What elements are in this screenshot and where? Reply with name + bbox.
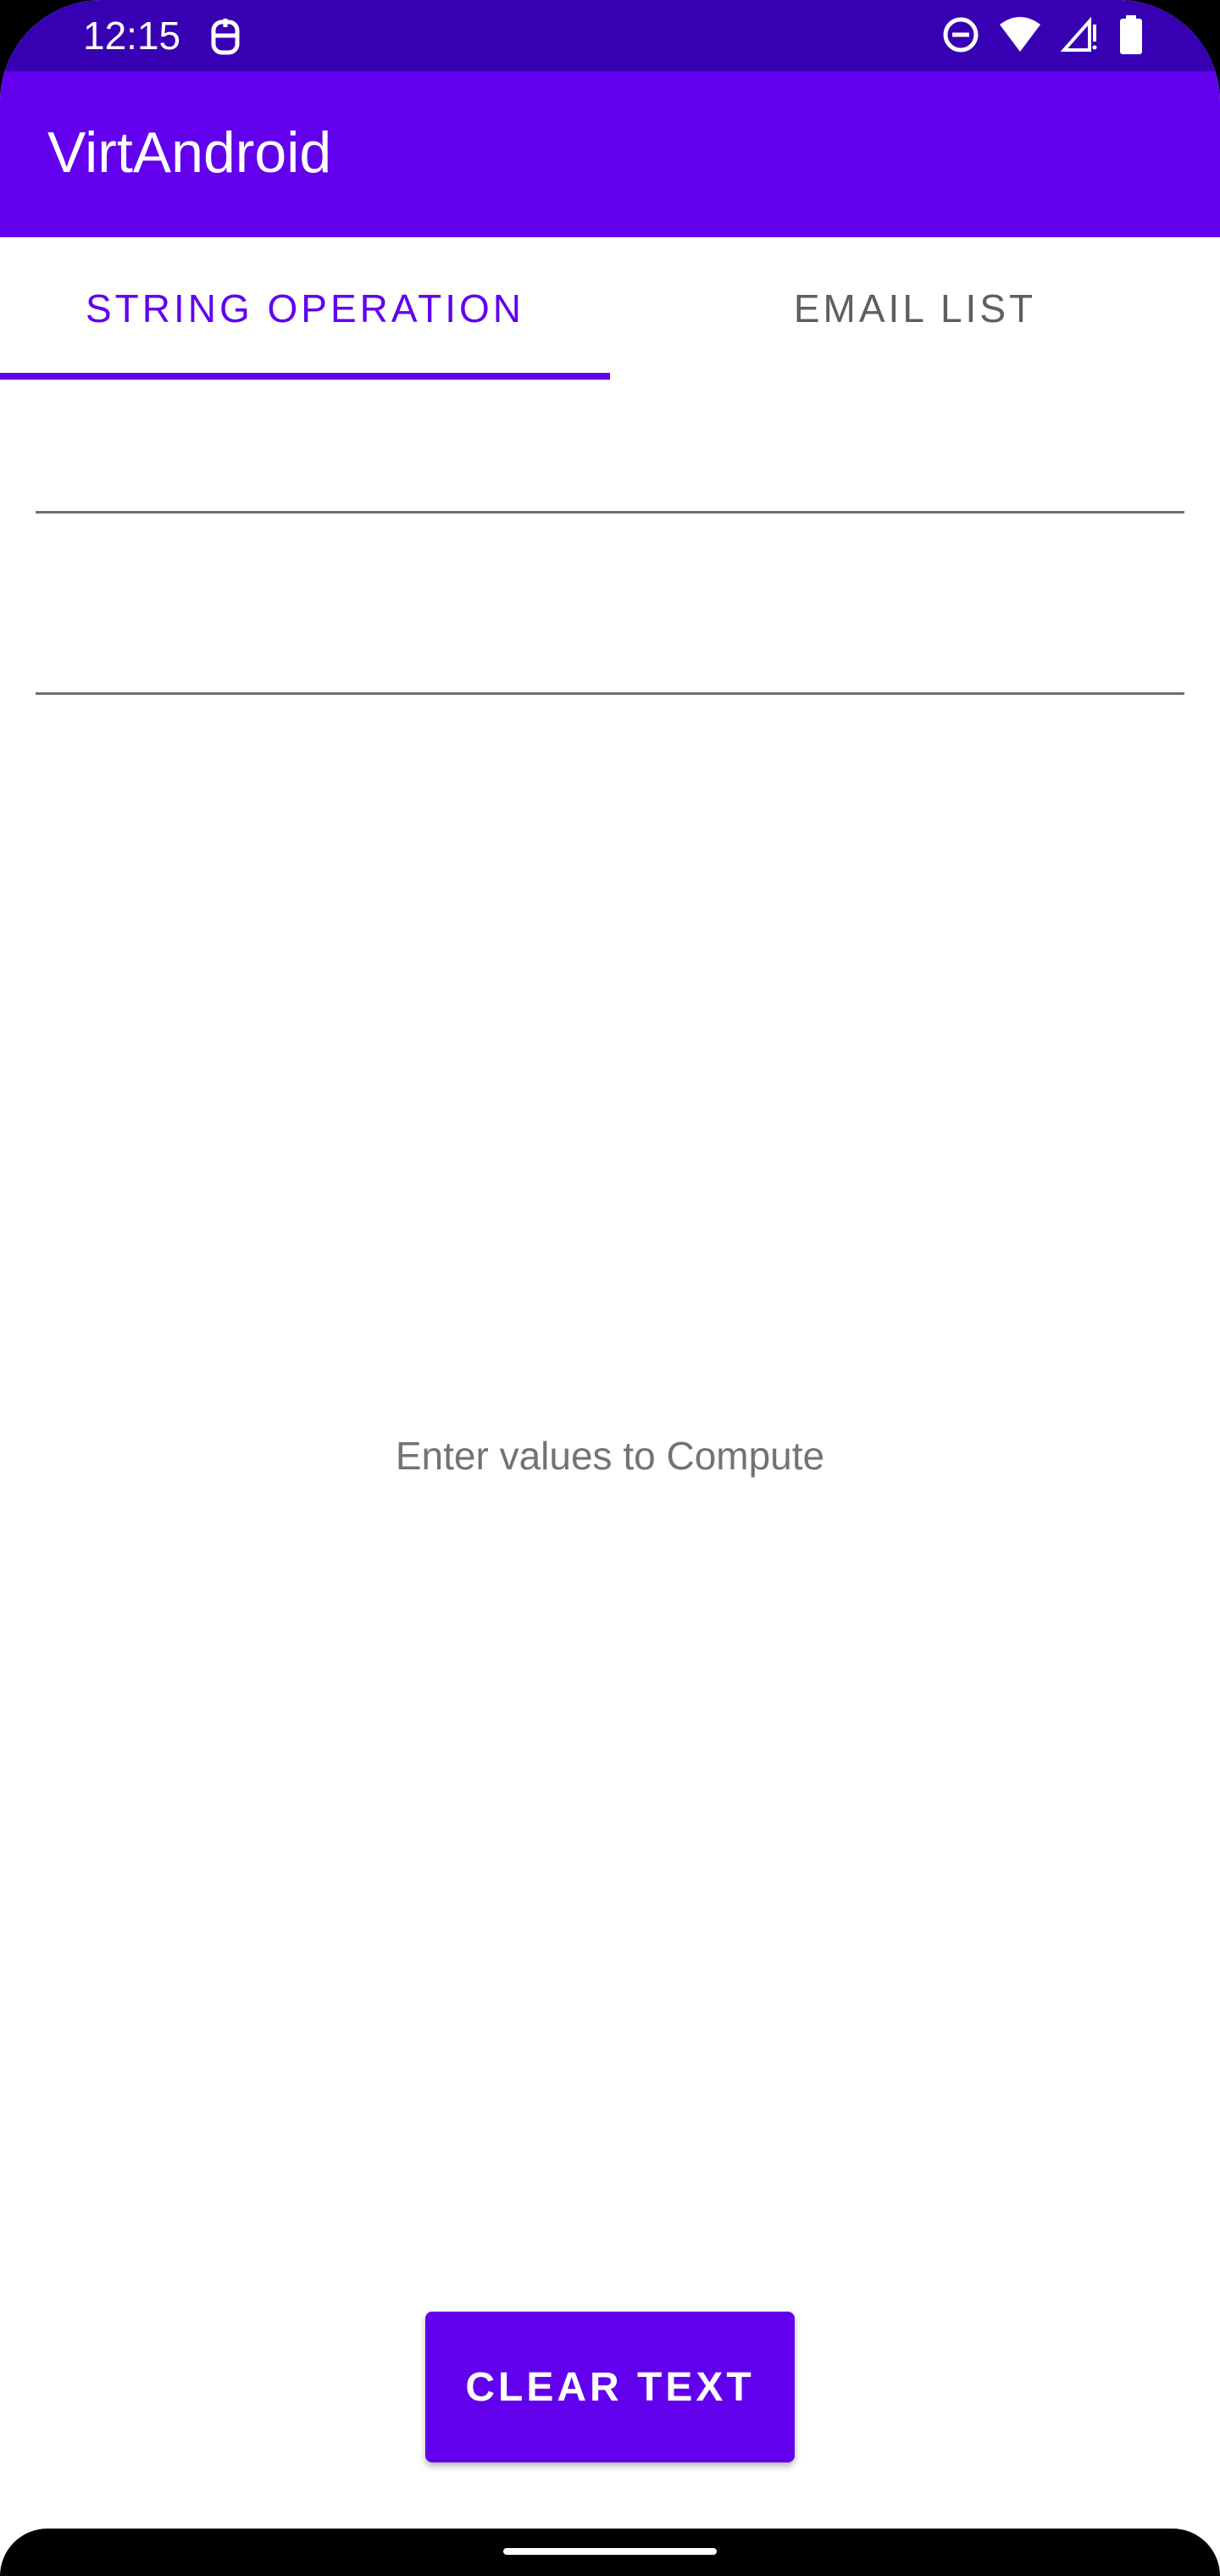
second-string-input[interactable] bbox=[36, 602, 1184, 695]
first-string-input[interactable] bbox=[36, 420, 1184, 514]
result-text: Enter values to Compute bbox=[395, 1434, 825, 1478]
tab-label: STRING OPERATION bbox=[85, 286, 525, 330]
sync-icon bbox=[207, 17, 244, 56]
wifi-icon bbox=[998, 16, 1042, 58]
status-bar: 12:15 bbox=[0, 0, 1220, 71]
app-screen: 12:15 VirtAndroid STRING OPERATION EMAIL… bbox=[0, 0, 1220, 2576]
tab-label: EMAIL LIST bbox=[793, 286, 1037, 330]
app-title: VirtAndroid bbox=[47, 120, 332, 185]
clear-text-button[interactable]: CLEAR TEXT bbox=[425, 2312, 795, 2462]
app-bar: VirtAndroid bbox=[0, 71, 1220, 237]
tab-indicator bbox=[0, 373, 610, 380]
battery-icon bbox=[1118, 14, 1144, 58]
tab-bar: STRING OPERATION EMAIL LIST bbox=[0, 237, 1220, 380]
home-gesture-handle[interactable] bbox=[503, 2548, 717, 2555]
do-not-disturb-icon bbox=[942, 16, 979, 58]
tab-string-operation[interactable]: STRING OPERATION bbox=[0, 237, 610, 380]
tab-email-list[interactable]: EMAIL LIST bbox=[610, 237, 1220, 380]
cell-signal-icon bbox=[1060, 16, 1100, 58]
status-time: 12:15 bbox=[83, 14, 181, 58]
status-icons bbox=[942, 14, 1144, 58]
